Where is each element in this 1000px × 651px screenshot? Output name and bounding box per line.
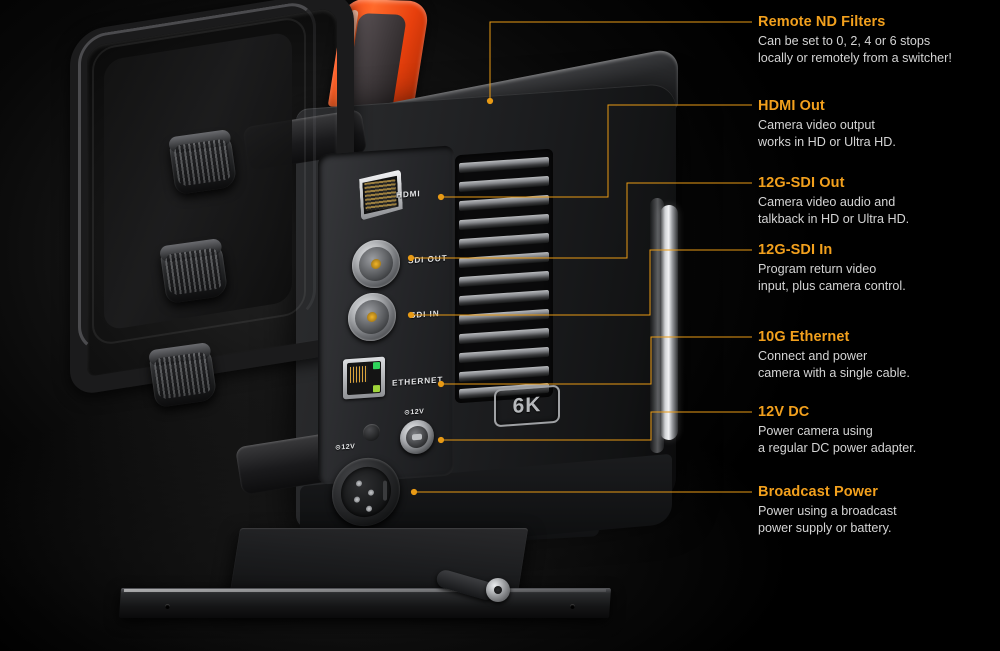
callout-hdmi-out: HDMI Out Camera video output works in HD… <box>758 98 998 150</box>
xlr-pin-2 <box>368 489 374 496</box>
side-knob-1 <box>167 128 238 196</box>
callout-title: 12V DC <box>758 404 810 420</box>
baseplate-screw-hole <box>570 604 575 609</box>
vent-slat <box>459 365 549 383</box>
vent-slat <box>459 194 549 212</box>
hdmi-port-label: HDMI <box>396 189 421 200</box>
xlr-pin-3 <box>354 496 360 503</box>
lens-mount-ring <box>660 204 678 441</box>
callout-body-line-1: Connect and power <box>758 349 868 363</box>
callout-body-line-2: input, plus camera control. <box>758 278 906 293</box>
callout-12g-sdi-in: 12G-SDI In Program return video input, p… <box>758 242 998 294</box>
ethernet-led-green <box>373 361 380 370</box>
vent-slat <box>459 251 549 269</box>
vent-slat <box>459 232 549 250</box>
ethernet-led-amber <box>373 384 380 393</box>
baseplate-screw-hole <box>165 604 170 609</box>
side-knob-3-ridges <box>153 351 213 400</box>
callout-body-line-2: camera with a single cable. <box>758 365 910 380</box>
ethernet-port-pins <box>350 365 368 383</box>
ethernet-port <box>343 356 385 400</box>
callout-body-line-2: a regular DC power adapter. <box>758 440 917 455</box>
vent-slat <box>459 156 549 174</box>
broadcast-power-port-label: ⊙12V <box>335 443 356 452</box>
callout-12g-sdi-out: 12G-SDI Out Camera video audio and talkb… <box>758 175 998 227</box>
callout-title: Remote ND Filters <box>758 14 886 30</box>
side-knob-2-ridges <box>164 247 224 296</box>
callout-body-line-2: works in HD or Ultra HD. <box>758 134 896 149</box>
resolution-badge-label: 6K <box>512 392 542 419</box>
resolution-badge: 6K <box>494 384 560 428</box>
side-knob-2 <box>158 237 229 305</box>
vent-slat <box>459 308 549 326</box>
hdmi-port-pins <box>364 179 396 211</box>
callout-title: Broadcast Power <box>758 484 878 500</box>
callout-title: 10G Ethernet <box>758 329 850 345</box>
camera-connections-diagram: 6K HDMI SDI OUT SDI IN ETHERNET ⊙12V ⊙12… <box>0 0 1000 651</box>
callout-body-line-1: Power using a broadcast <box>758 504 897 518</box>
vent-slat <box>459 289 549 307</box>
quick-release-knob <box>486 578 510 602</box>
callout-body-line-2: locally or remotely from a switcher! <box>758 50 952 65</box>
tripod-baseplate-highlight <box>123 589 607 592</box>
xlr-pin-4 <box>366 505 372 512</box>
vent-slat <box>459 346 549 364</box>
callout-broadcast-power: Broadcast Power Power using a broadcast … <box>758 484 998 536</box>
callout-title: 12G-SDI Out <box>758 175 845 191</box>
callout-body-line-1: Program return video <box>758 262 877 276</box>
camera-illustration: 6K HDMI SDI OUT SDI IN ETHERNET ⊙12V ⊙12… <box>0 0 760 651</box>
xlr-pin-1 <box>356 480 362 487</box>
side-knob-1-ridges <box>173 138 233 187</box>
callout-list: Remote ND Filters Can be set to 0, 2, 4 … <box>758 0 1000 651</box>
callout-10g-ethernet: 10G Ethernet Connect and power camera wi… <box>758 329 998 381</box>
callout-body-line-1: Can be set to 0, 2, 4 or 6 stops <box>758 34 931 48</box>
callout-12v-dc: 12V DC Power camera using a regular DC p… <box>758 404 998 456</box>
vent-grille <box>455 148 553 404</box>
vent-slat <box>459 213 549 231</box>
tripod-baseplate-rail <box>118 588 612 618</box>
12v-dc-port-label: ⊙12V <box>404 408 425 417</box>
callout-body-line-1: Power camera using <box>758 424 873 438</box>
vent-slat <box>459 270 549 288</box>
callout-remote-nd-filters: Remote ND Filters Can be set to 0, 2, 4 … <box>758 14 998 66</box>
callout-body-line-1: Camera video audio and <box>758 195 896 209</box>
callout-body-line-2: power supply or battery. <box>758 520 892 535</box>
callout-body-line-2: talkback in HD or Ultra HD. <box>758 211 910 226</box>
side-knob-3 <box>147 341 218 409</box>
callout-body-line-1: Camera video output <box>758 118 875 132</box>
callout-title: 12G-SDI In <box>758 242 833 258</box>
xlr-keyway <box>383 480 387 501</box>
vent-slat <box>459 175 549 193</box>
vent-slat <box>459 327 549 345</box>
callout-title: HDMI Out <box>758 98 825 114</box>
